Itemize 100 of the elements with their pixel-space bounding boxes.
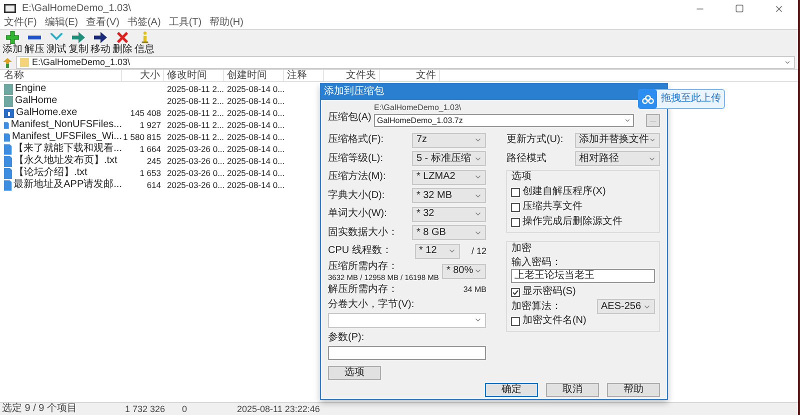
checkbox[interactable]: [511, 202, 520, 212]
file-name: 【论坛介绍】.txt: [14, 167, 88, 178]
dropdown[interactable]: * 32 MB: [412, 188, 486, 204]
dropdown[interactable]: 5 - 标准压缩: [412, 151, 486, 166]
folder-icon: [20, 58, 29, 67]
menu-item[interactable]: 文件(F): [4, 17, 37, 29]
file-name: Manifest_NonUFSFiles...: [10, 119, 122, 131]
dropdown[interactable]: 7z: [412, 132, 486, 148]
maximize-icon[interactable]: [735, 4, 744, 13]
checkbox-label: 压缩共享文件: [522, 201, 582, 213]
menu-item[interactable]: 编辑(E): [44, 17, 78, 29]
column-header[interactable]: 创建时间: [224, 70, 284, 81]
column-header[interactable]: 文件夹: [324, 70, 380, 81]
dialog-button[interactable]: 取消: [546, 382, 599, 396]
options-button[interactable]: 选项: [328, 366, 381, 380]
file-name: GalHome: [15, 95, 58, 107]
close-icon[interactable]: [774, 4, 784, 14]
dropdown[interactable]: AES-256: [597, 299, 655, 314]
dropdown[interactable]: 添加并替换文件: [575, 132, 660, 148]
dropdown[interactable]: * LZMA2: [412, 170, 486, 185]
info-icon: [140, 31, 148, 44]
table-cell-text: 1 580 815: [122, 131, 162, 143]
arrow-right-icon: [94, 31, 107, 44]
cross-icon: [116, 31, 129, 44]
field-label: 压缩格式(F):: [328, 134, 384, 146]
field-label: 压缩包(A): [328, 112, 372, 124]
menu-item[interactable]: 帮助(H): [210, 17, 244, 29]
address-field[interactable]: E:\GalHomeDemo_1.03\: [16, 56, 795, 69]
folder-icon: [4, 84, 13, 94]
checkbox-label: 加密文件名(N): [522, 315, 586, 327]
toolbar-button[interactable]: 移动: [90, 31, 111, 55]
upload-badge[interactable]: 拖拽至此上传: [638, 89, 725, 109]
caret-icon: [474, 316, 482, 324]
input-field[interactable]: [328, 346, 486, 360]
field-label: 压缩等级(L):: [328, 152, 383, 165]
status-text: 1 732 326: [125, 403, 166, 415]
table-cell-text: 2025-03-26 0...: [166, 167, 224, 179]
field-label: 字典大小(D):: [328, 190, 385, 202]
table-cell-text: 2025-08-11 2...: [166, 95, 224, 107]
archive-folder: E:\GalHomeDemo_1.03\: [374, 103, 462, 113]
menu-item[interactable]: 查看(V): [86, 17, 120, 29]
dropdown[interactable]: * 80%: [442, 264, 486, 278]
file-name: Engine: [15, 83, 46, 95]
dropdown[interactable]: * 32: [412, 206, 486, 222]
table-cell-text: 2025-08-14 0...: [226, 119, 284, 131]
table-cell-text: 2025-08-14 0...: [226, 179, 284, 191]
plus-icon: [6, 31, 19, 44]
status-text: 选定 9 / 9 个项目: [1, 403, 78, 415]
up-arrow-icon[interactable]: [3, 58, 12, 68]
memory-value: 34 MB: [463, 284, 486, 294]
menu-item[interactable]: 工具(T): [168, 17, 202, 29]
thread-count: / 12: [471, 246, 486, 257]
dialog-button[interactable]: 确定: [485, 382, 538, 396]
field-label: 压缩方法(M):: [328, 171, 386, 184]
column-header[interactable]: 文件: [380, 70, 440, 81]
toolbar-button[interactable]: 信息: [134, 31, 155, 55]
field-label: 加密算法：: [511, 300, 562, 312]
table-cell-text: 2025-08-14 0...: [226, 83, 284, 95]
file-name: GalHome.exe: [16, 107, 78, 119]
field-label: 解压所需内存：: [328, 284, 398, 296]
table-cell-text: 1 927: [138, 119, 162, 131]
table-cell-text: 2025-08-14 0...: [226, 107, 284, 119]
file-name: 【来了就能下载和观看...: [14, 143, 122, 154]
field-label: 更新方式(U):: [506, 134, 564, 146]
column-header[interactable]: 名称: [0, 70, 122, 81]
folder-icon: [4, 96, 13, 106]
toolbar-button[interactable]: 复制: [68, 31, 89, 55]
archive-name-field[interactable]: GalHomeDemo_1.03.7z: [374, 114, 634, 127]
group-title: 选项: [511, 171, 532, 183]
table-cell-text: 2025-08-11 2...: [166, 119, 224, 131]
table-cell-text: 2025-03-26 0...: [166, 155, 224, 167]
field-label: 输入密码：: [511, 257, 562, 269]
password-field[interactable]: 上老王论坛当老王: [511, 269, 655, 283]
toolbar-button[interactable]: 删除: [112, 31, 133, 55]
menu-item[interactable]: 书签(A): [127, 17, 161, 29]
checkbox[interactable]: [511, 288, 520, 296]
checkbox[interactable]: [511, 188, 520, 196]
status-text: 2025-08-11 23:22:46: [237, 403, 320, 415]
toolbar-button[interactable]: 测试: [46, 31, 67, 55]
toolbar-button[interactable]: 解压: [24, 31, 45, 55]
checkbox[interactable]: [511, 218, 520, 226]
dropdown[interactable]: 相对路径: [575, 151, 660, 166]
column-header[interactable]: 修改时间: [164, 70, 224, 81]
file-name: Manifest_UFSFiles_Wi...: [12, 131, 122, 142]
caret-icon: [474, 267, 482, 275]
toolbar-button[interactable]: 添加: [2, 31, 23, 55]
field-label: 固实数据大小：: [328, 226, 398, 239]
table-cell-text: 2025-08-14 0...: [226, 143, 284, 155]
table-cell-text: 2025-08-11 2...: [166, 107, 224, 119]
checkbox[interactable]: [511, 316, 520, 326]
table-cell-text: 2025-03-26 0...: [166, 143, 224, 155]
dropdown[interactable]: * 12: [415, 244, 460, 259]
checkbox-label: 显示密码(S): [522, 286, 576, 298]
table-cell-text: 614: [146, 179, 162, 191]
file-name: 最新地址及APP请发邮...: [14, 179, 122, 191]
checkbox-label: 创建自解压程序(X): [522, 186, 606, 198]
column-header[interactable]: 大小: [122, 70, 164, 81]
dropdown[interactable]: * 8 GB: [412, 225, 486, 240]
column-header[interactable]: 注释: [284, 70, 324, 81]
dialog-button[interactable]: 帮助: [607, 382, 660, 396]
